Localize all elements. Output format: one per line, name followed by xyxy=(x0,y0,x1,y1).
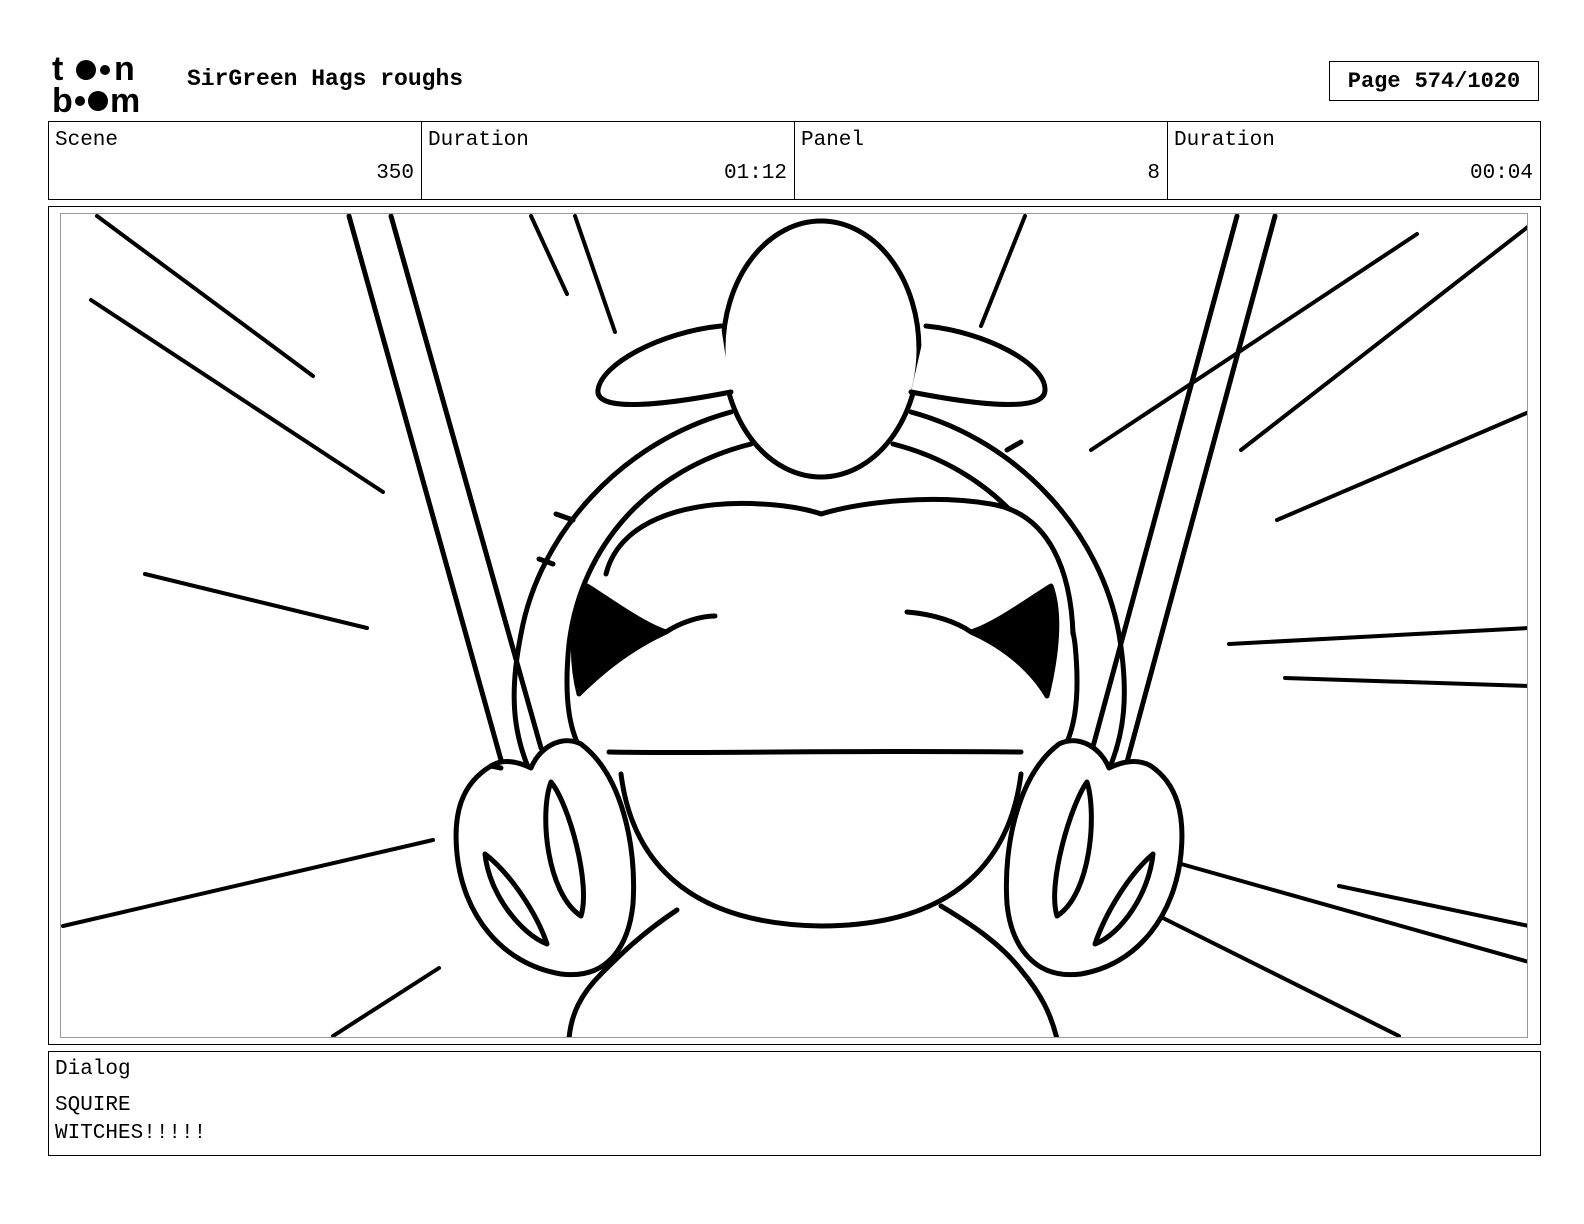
panel-cell: Panel 8 xyxy=(795,122,1168,199)
scene-cell: Scene 350 xyxy=(49,122,422,199)
page-number: 574/1020 xyxy=(1414,68,1521,94)
project-title: SirGreen Hags roughs xyxy=(187,66,464,92)
panel-value: 8 xyxy=(1147,162,1160,185)
squire-screaming-sketch xyxy=(61,214,1527,1037)
page-indicator: Page 574/1020 xyxy=(1329,61,1539,101)
dialog-box: Dialog SQUIRE WITCHES!!!!! xyxy=(48,1051,1541,1156)
svg-text:m: m xyxy=(110,82,140,114)
panel-duration-cell: Duration 00:04 xyxy=(1168,122,1540,199)
storyboard-panel xyxy=(48,206,1541,1045)
page-label: Page xyxy=(1347,68,1401,94)
panel-drawing-area xyxy=(60,213,1528,1038)
panel-label: Panel xyxy=(801,129,865,152)
scene-duration-cell: Duration 01:12 xyxy=(422,122,795,199)
dialog-label: Dialog xyxy=(55,1058,131,1081)
scene-duration-label: Duration xyxy=(428,129,529,152)
dialog-speaker: SQUIRE xyxy=(55,1094,131,1117)
panel-duration-value: 00:04 xyxy=(1469,162,1533,185)
scene-duration-value: 01:12 xyxy=(723,162,787,185)
svg-text:b: b xyxy=(52,82,73,114)
panel-duration-label: Duration xyxy=(1174,129,1275,152)
scene-value: 350 xyxy=(376,162,414,185)
toon-boom-logo: t n b m xyxy=(52,50,140,114)
dialog-line: WITCHES!!!!! xyxy=(55,1122,207,1145)
scene-label: Scene xyxy=(55,129,119,152)
dialog-text: SQUIRE WITCHES!!!!! xyxy=(55,1092,206,1148)
panel-info-row: Scene 350 Duration 01:12 Panel 8 Duratio… xyxy=(48,121,1541,200)
